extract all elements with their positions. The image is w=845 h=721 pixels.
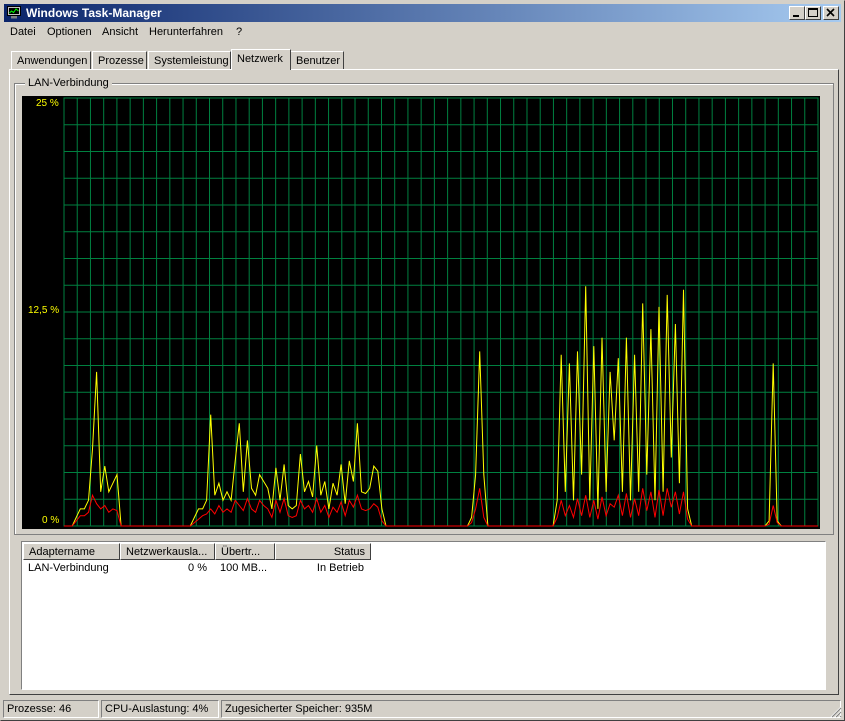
window-title: Windows Task-Manager: [26, 6, 162, 20]
network-usage-graph: 25 % 12,5 % 0 %: [22, 96, 820, 529]
menu-ansicht[interactable]: Ansicht: [102, 26, 138, 38]
task-manager-window: Windows Task-Manager Datei Optionen Ansi…: [0, 0, 845, 721]
column-header-uebertragungsrate[interactable]: Übertr...: [215, 543, 275, 560]
column-header-netzwerkauslastung[interactable]: Netzwerkausla...: [120, 543, 215, 560]
resize-grip-icon[interactable]: [830, 706, 842, 718]
network-graph-plot: [63, 97, 819, 527]
menu-help[interactable]: ?: [236, 26, 242, 38]
close-icon: [826, 8, 835, 17]
title-bar[interactable]: Windows Task-Manager: [4, 4, 841, 22]
maximize-button[interactable]: [805, 6, 821, 20]
maximize-icon: [808, 8, 818, 17]
task-manager-app-icon: [7, 6, 21, 19]
column-header-status[interactable]: Status: [275, 543, 371, 560]
adapter-usage-cell: 0 %: [188, 562, 207, 574]
adapter-status-cell: In Betrieb: [316, 562, 364, 574]
menu-herunterfahren[interactable]: Herunterfahren: [149, 26, 223, 38]
minimize-icon: [793, 15, 799, 17]
close-button[interactable]: [823, 6, 839, 20]
adapter-list[interactable]: Adaptername Netzwerkausla... Übertr... S…: [21, 541, 826, 690]
status-memory: Zugesicherter Speicher: 935M: [221, 700, 841, 718]
adapter-name-cell: LAN-Verbindung: [28, 562, 109, 574]
menu-optionen[interactable]: Optionen: [47, 26, 92, 38]
status-processes: Prozesse: 46: [3, 700, 99, 718]
status-cpu: CPU-Auslastung: 4%: [101, 700, 219, 718]
menu-datei[interactable]: Datei: [10, 26, 36, 38]
adapter-speed-cell: 100 MB...: [220, 562, 268, 574]
status-bar: Prozesse: 46 CPU-Auslastung: 4% Zugesich…: [3, 700, 841, 718]
column-header-adaptername[interactable]: Adaptername: [23, 543, 120, 560]
minimize-button[interactable]: [789, 6, 805, 20]
tab-benutzer[interactable]: Benutzer: [290, 51, 344, 69]
tab-netzwerk[interactable]: Netzwerk: [231, 49, 291, 70]
group-label: LAN-Verbindung: [25, 77, 112, 89]
tab-prozesse[interactable]: Prozesse: [92, 51, 147, 69]
tab-systemleistung[interactable]: Systemleistung: [148, 51, 231, 69]
tab-anwendungen[interactable]: Anwendungen: [11, 51, 91, 69]
